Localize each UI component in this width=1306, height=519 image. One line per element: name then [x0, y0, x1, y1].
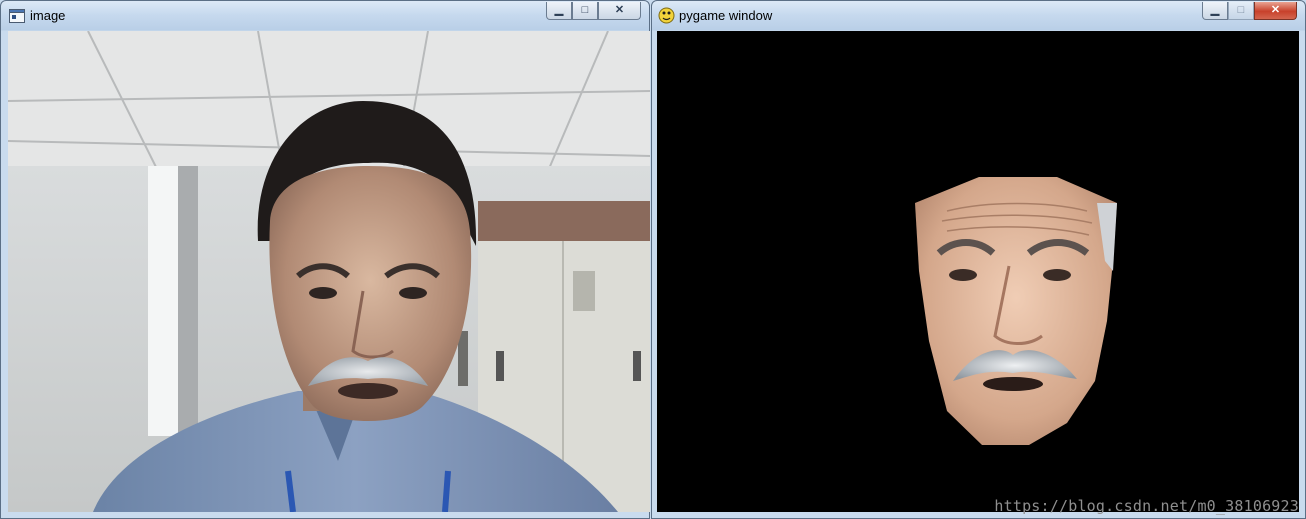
pygame-snake-icon: [658, 7, 675, 24]
watermark-text: https://blog.csdn.net/m0_38106923: [994, 497, 1299, 515]
caption-buttons: ▁ □ ✕: [1202, 2, 1297, 20]
maximize-button[interactable]: □: [1228, 2, 1254, 20]
face-mask-render: [657, 31, 1299, 512]
pygame-window-title: pygame window: [679, 8, 773, 23]
image-window-title: image: [30, 8, 66, 23]
close-button[interactable]: ✕: [1254, 2, 1297, 20]
window-app-icon: [9, 9, 25, 23]
webcam-image-view: [8, 31, 650, 512]
image-window: image ▁ □ ✕: [0, 0, 650, 519]
image-window-titlebar[interactable]: image ▁ □ ✕: [1, 1, 649, 30]
close-icon: ✕: [1270, 4, 1281, 16]
maximize-icon: □: [581, 4, 589, 16]
pygame-window: pygame window ▁ □ ✕ https://blog.csdn.ne…: [651, 0, 1306, 519]
minimize-icon: ▁: [1210, 4, 1220, 16]
close-button[interactable]: ✕: [598, 2, 641, 20]
webcam-frame-with-face-swap: [8, 31, 650, 512]
maximize-icon: □: [1237, 4, 1245, 16]
close-icon: ✕: [614, 4, 625, 16]
minimize-icon: ▁: [554, 4, 564, 16]
caption-buttons: ▁ □ ✕: [546, 2, 641, 20]
pygame-window-titlebar[interactable]: pygame window ▁ □ ✕: [652, 1, 1305, 30]
maximize-button[interactable]: □: [572, 2, 598, 20]
pygame-render-surface: [657, 31, 1299, 512]
minimize-button[interactable]: ▁: [1202, 2, 1228, 20]
minimize-button[interactable]: ▁: [546, 2, 572, 20]
